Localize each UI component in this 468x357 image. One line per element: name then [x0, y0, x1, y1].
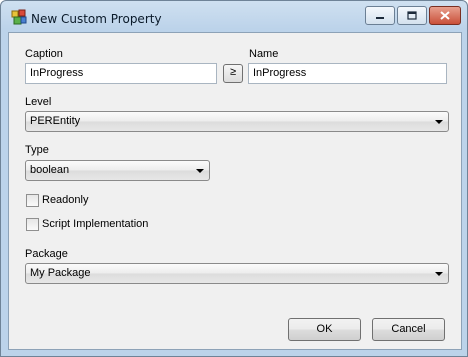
ok-button[interactable]: OK	[288, 318, 361, 341]
minimize-icon	[376, 16, 384, 19]
copy-caption-to-name-button[interactable]: ≥	[223, 64, 243, 83]
dialog-window: New Custom Property Caption InProgress ≥…	[0, 0, 468, 357]
package-value: My Package	[30, 267, 91, 279]
caption-input[interactable]: InProgress	[25, 63, 217, 84]
readonly-checkbox[interactable]	[26, 194, 39, 207]
title-bar[interactable]: New Custom Property	[7, 1, 461, 32]
script-implementation-checkbox[interactable]	[26, 218, 39, 231]
maximize-icon	[407, 11, 417, 20]
caption-label: Caption	[25, 48, 63, 60]
cancel-button[interactable]: Cancel	[372, 318, 445, 341]
name-input[interactable]: InProgress	[248, 63, 447, 84]
type-value: boolean	[30, 164, 70, 176]
name-label: Name	[249, 48, 279, 60]
type-label: Type	[25, 144, 49, 156]
level-value: PEREntity	[30, 115, 81, 127]
window-controls	[365, 6, 461, 25]
level-label: Level	[25, 96, 52, 108]
package-select[interactable]: My Package	[25, 263, 449, 284]
package-label: Package	[25, 248, 68, 260]
close-button[interactable]	[429, 6, 461, 25]
type-select[interactable]: boolean	[25, 160, 210, 181]
minimize-button[interactable]	[365, 6, 395, 25]
maximize-button[interactable]	[397, 6, 427, 25]
custom-property-icon	[11, 9, 27, 25]
dialog-content: Caption InProgress ≥ Name InProgress Lev…	[8, 32, 462, 350]
script-implementation-label[interactable]: Script Implementation	[42, 218, 148, 230]
chevron-down-icon	[196, 169, 204, 173]
chevron-down-icon	[435, 120, 443, 124]
chevron-down-icon	[435, 272, 443, 276]
level-select[interactable]: PEREntity	[25, 111, 449, 132]
close-icon	[440, 11, 450, 20]
window-title: New Custom Property	[31, 12, 162, 26]
readonly-label[interactable]: Readonly	[42, 194, 88, 206]
